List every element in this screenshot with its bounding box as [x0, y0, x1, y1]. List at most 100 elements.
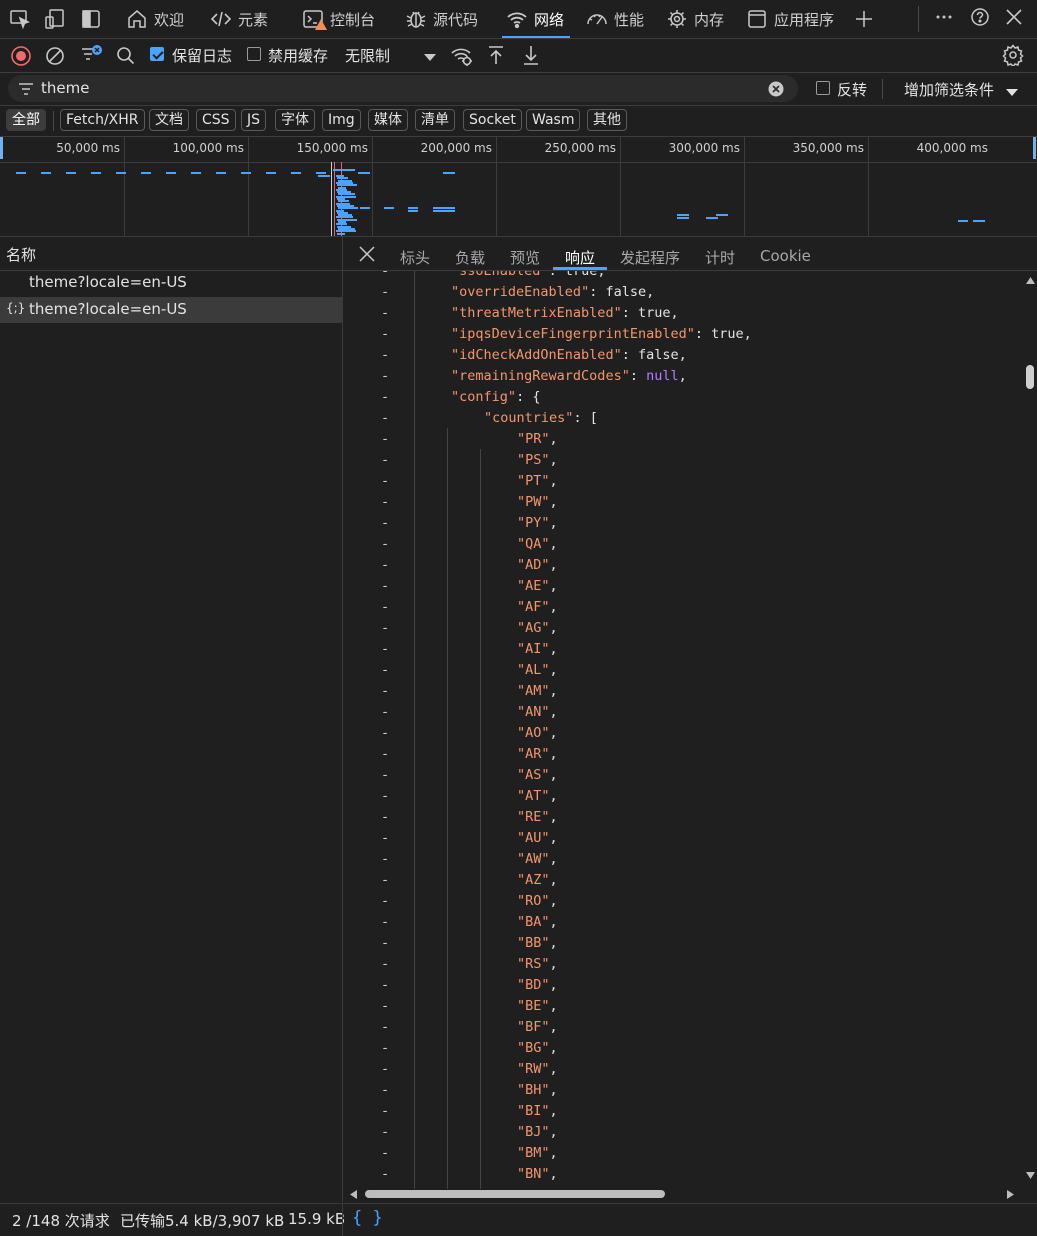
help-icon[interactable] — [969, 8, 991, 30]
clear-icon[interactable] — [44, 45, 66, 71]
record-stop-icon[interactable] — [10, 45, 32, 71]
fold-marker[interactable]: - — [381, 912, 389, 933]
fold-marker[interactable]: - — [381, 933, 389, 954]
tab-response[interactable]: 响应 — [565, 247, 595, 268]
fold-marker[interactable]: - — [381, 954, 389, 975]
tab-network[interactable]: 网络 — [501, 0, 571, 38]
network-overview[interactable]: 50,000 ms 100,000 ms 150,000 ms 200,000 … — [0, 137, 1037, 237]
type-filter-doc[interactable]: 文档 — [149, 109, 189, 131]
fold-marker[interactable]: - — [381, 849, 389, 870]
fold-marker[interactable]: - — [381, 702, 389, 723]
request-row[interactable]: theme?locale=en-US — [0, 270, 342, 296]
response-code-viewer[interactable]: - "ssoEnabled": true, - "overrideEnabled": … — [343, 271, 1023, 1189]
horizontal-scroll-thumb[interactable] — [365, 1190, 665, 1198]
clear-filter-icon[interactable] — [768, 81, 784, 101]
scroll-left-arrow-icon[interactable] — [350, 1190, 357, 1199]
filter-input-container[interactable]: theme — [8, 75, 798, 102]
type-filter-fetch-xhr[interactable]: Fetch/XHR — [60, 109, 145, 131]
fold-marker[interactable]: - — [381, 1080, 389, 1101]
fold-marker[interactable]: - — [381, 387, 389, 408]
close-devtools-icon[interactable] — [1003, 8, 1025, 30]
tab-timing[interactable]: 计时 — [705, 247, 735, 268]
search-icon[interactable] — [115, 45, 137, 71]
fold-marker[interactable]: - — [381, 1122, 389, 1143]
fold-marker[interactable]: - — [381, 996, 389, 1017]
request-row[interactable]: {;} theme?locale=en-US — [0, 297, 342, 323]
tab-memory[interactable]: 内存 — [666, 0, 724, 38]
fold-marker[interactable]: - — [381, 1101, 389, 1122]
tab-console[interactable]: 控制台 — [302, 0, 375, 38]
fold-marker[interactable]: - — [381, 345, 389, 366]
fold-marker[interactable]: - — [381, 555, 389, 576]
fold-marker[interactable]: - — [381, 639, 389, 660]
scroll-down-arrow-icon[interactable] — [1026, 1172, 1035, 1179]
close-icon[interactable] — [358, 245, 376, 267]
add-tab-icon[interactable] — [853, 8, 875, 30]
preserve-log-checkbox[interactable] — [150, 47, 164, 61]
type-filter-socket[interactable]: Socket — [463, 109, 522, 131]
fold-marker[interactable]: - — [381, 492, 389, 513]
type-filter-img[interactable]: Img — [322, 109, 361, 131]
network-conditions-icon[interactable] — [450, 44, 474, 72]
tab-initiator[interactable]: 发起程序 — [620, 247, 680, 268]
fold-marker[interactable]: - — [381, 975, 389, 996]
fold-marker[interactable]: - — [381, 576, 389, 597]
inspect-element-icon[interactable] — [9, 8, 31, 30]
fold-marker[interactable]: - — [381, 282, 389, 303]
type-filter-font[interactable]: 字体 — [275, 109, 315, 131]
fold-marker[interactable]: - — [381, 271, 389, 282]
tab-payload[interactable]: 负载 — [455, 247, 485, 268]
tab-elements[interactable]: 元素 — [210, 0, 268, 38]
scroll-up-arrow-icon[interactable] — [1026, 277, 1035, 284]
fold-marker[interactable]: - — [381, 513, 389, 534]
chevron-down-icon[interactable] — [1005, 86, 1019, 102]
filter-input[interactable]: theme — [41, 79, 89, 97]
tab-preview[interactable]: 预览 — [510, 247, 540, 268]
chevron-down-icon[interactable] — [423, 51, 437, 67]
more-filters-button[interactable]: 增加筛选条件 — [904, 79, 994, 100]
fold-marker[interactable]: - — [381, 324, 389, 345]
fold-marker[interactable]: - — [381, 408, 389, 429]
fold-marker[interactable]: - — [381, 744, 389, 765]
fold-marker[interactable]: - — [381, 828, 389, 849]
type-filter-other[interactable]: 其他 — [587, 109, 627, 131]
filter-clear-icon[interactable] — [80, 43, 104, 71]
fold-marker[interactable]: - — [381, 1059, 389, 1080]
tab-headers[interactable]: 标头 — [400, 247, 430, 268]
fold-marker[interactable]: - — [381, 891, 389, 912]
fold-marker[interactable]: - — [381, 471, 389, 492]
horizontal-scrollbar[interactable] — [343, 1187, 1023, 1201]
more-options-icon[interactable] — [933, 8, 955, 30]
vertical-scrollbar[interactable] — [1023, 271, 1037, 1185]
fold-marker[interactable]: - — [381, 534, 389, 555]
type-filter-css[interactable]: CSS — [196, 109, 236, 131]
fold-marker[interactable]: - — [381, 1143, 389, 1164]
invert-checkbox[interactable] — [816, 81, 830, 95]
tab-sources[interactable]: 源代码 — [405, 0, 478, 38]
fold-marker[interactable]: - — [381, 1038, 389, 1059]
dock-side-icon[interactable] — [80, 8, 102, 30]
type-filter-all[interactable]: 全部 — [6, 109, 46, 131]
name-column-header[interactable]: 名称 — [0, 237, 342, 271]
throttling-select[interactable]: 无限制 — [345, 45, 390, 66]
type-filter-manifest[interactable]: 清单 — [415, 109, 455, 131]
fold-marker[interactable]: - — [381, 597, 389, 618]
fold-marker[interactable]: - — [381, 786, 389, 807]
fold-marker[interactable]: - — [381, 303, 389, 324]
fold-marker[interactable]: - — [381, 681, 389, 702]
fold-marker[interactable]: - — [381, 366, 389, 387]
fold-marker[interactable]: - — [381, 450, 389, 471]
type-filter-wasm[interactable]: Wasm — [526, 109, 581, 131]
type-filter-js[interactable]: JS — [241, 109, 267, 131]
tab-performance[interactable]: 性能 — [586, 0, 644, 38]
fold-marker[interactable]: - — [381, 870, 389, 891]
vertical-scroll-thumb[interactable] — [1026, 365, 1034, 389]
fold-marker[interactable]: - — [381, 807, 389, 828]
export-har-icon[interactable] — [520, 44, 542, 70]
disable-cache-checkbox[interactable] — [247, 47, 261, 61]
fold-marker[interactable]: - — [381, 660, 389, 681]
overview-right-handle[interactable] — [1033, 137, 1036, 159]
fold-marker[interactable]: - — [381, 765, 389, 786]
settings-gear-icon[interactable] — [1002, 44, 1024, 70]
pretty-print-button[interactable]: { } — [352, 1208, 383, 1228]
